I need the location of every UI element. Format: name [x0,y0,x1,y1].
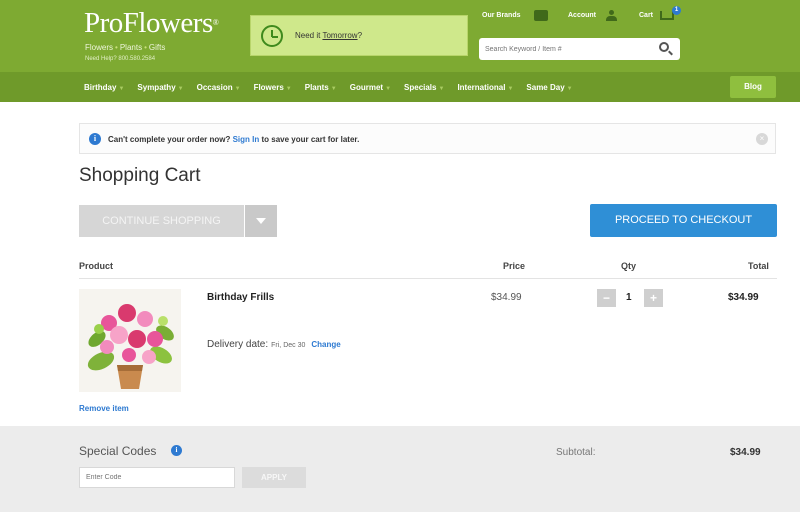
promo-tomorrow-link[interactable]: Tomorrow [322,31,357,40]
subtotal-value: $34.99 [730,447,761,458]
delivery-promo-banner[interactable]: Need it Tomorrow? [250,15,468,56]
search-input[interactable] [479,38,654,60]
page-title: Shopping Cart [79,165,201,186]
product-image[interactable] [79,289,181,392]
info-icon: i [89,133,101,145]
site-header: ProFlowers® Flowers • Plants • Gifts Need He… [0,0,800,72]
column-header-qty: Qty [621,261,637,271]
bouquet-icon [79,289,181,392]
alert-message: Can't complete your order now? Sign In t… [108,135,360,144]
nav-item-occasion[interactable]: Occasion ▼ [197,83,241,92]
item-price: $34.99 [491,292,522,303]
change-delivery-link[interactable]: Change [311,340,340,349]
column-header-price: Price [503,261,526,271]
logo-tagline: Flowers • Plants • Gifts [85,43,166,52]
nav-item-birthday[interactable]: Birthday ▼ [84,83,124,92]
close-icon[interactable]: × [756,133,768,145]
item-total: $34.99 [728,292,759,303]
table-divider [79,278,777,279]
blog-button[interactable]: Blog [730,76,776,98]
remove-item-link[interactable]: Remove item [79,404,129,413]
nav-items: Birthday ▼ Sympathy ▼ Occasion ▼ Flowers ▼ P… [84,72,586,102]
product-name[interactable]: Birthday Frills [207,292,274,303]
brands-icon [534,10,548,21]
clock-icon [261,25,283,47]
info-icon[interactable]: i [171,445,182,456]
main-nav: Birthday ▼ Sympathy ▼ Occasion ▼ Flowers ▼ P… [0,72,800,102]
top-links: Our Brands Account Cart 1 [482,6,682,24]
sign-in-link[interactable]: Sign In [233,135,260,144]
search-box [479,38,680,60]
nav-item-same-day[interactable]: Same Day ▼ [526,83,572,92]
chevron-down-icon: ▼ [507,85,514,92]
nav-item-specials[interactable]: Specials ▼ [404,83,444,92]
cart-summary: Special Codes i APPLY Subtotal: $34.99 [0,426,800,512]
proceed-to-checkout-button[interactable]: PROCEED TO CHECKOUT [590,204,777,237]
chevron-down-icon: ▼ [285,85,292,92]
chevron-down-icon: ▼ [438,85,445,92]
chevron-down-icon: ▼ [566,85,573,92]
continue-shopping-dropdown[interactable] [245,205,277,237]
chevron-down-icon: ▼ [234,85,241,92]
delivery-date: Fri, Dec 30 [271,342,306,349]
qty-value: 1 [626,292,632,303]
nav-item-flowers[interactable]: Flowers ▼ [254,83,292,92]
proflowers-logo[interactable]: ProFlowers® [84,8,219,38]
special-codes-title: Special Codes [79,444,157,458]
continue-shopping-button[interactable]: CONTINUE SHOPPING [79,205,244,237]
chevron-down-icon: ▼ [177,85,184,92]
sign-in-alert: i Can't complete your order now? Sign In… [79,123,776,154]
chevron-down-icon: ▼ [330,85,337,92]
subtotal-label: Subtotal: [556,447,596,458]
nav-item-international[interactable]: International ▼ [457,83,513,92]
column-header-product: Product [79,261,114,271]
nav-item-plants[interactable]: Plants ▼ [305,83,337,92]
nav-item-gourmet[interactable]: Gourmet ▼ [350,83,391,92]
delivery-info: Delivery date: Fri, Dec 30 Change [207,339,341,350]
special-code-input[interactable] [79,467,235,488]
chevron-down-icon: ▼ [385,85,392,92]
account-icon [606,10,617,21]
our-brands-link[interactable]: Our Brands [482,12,521,19]
cart-link[interactable]: Cart [639,12,653,19]
promo-text: Need it Tomorrow? [295,31,363,40]
cart-count-badge: 1 [672,6,681,15]
column-header-total: Total [748,261,769,271]
qty-increase-button[interactable]: + [644,289,663,307]
account-link[interactable]: Account [568,12,596,19]
nav-item-sympathy[interactable]: Sympathy ▼ [137,83,183,92]
chevron-down-icon: ▼ [118,85,125,92]
apply-code-button[interactable]: APPLY [242,467,306,488]
search-icon[interactable] [659,42,669,52]
qty-decrease-button[interactable]: − [597,289,616,307]
help-phone: Need Help? 800.580.2584 [85,56,156,62]
